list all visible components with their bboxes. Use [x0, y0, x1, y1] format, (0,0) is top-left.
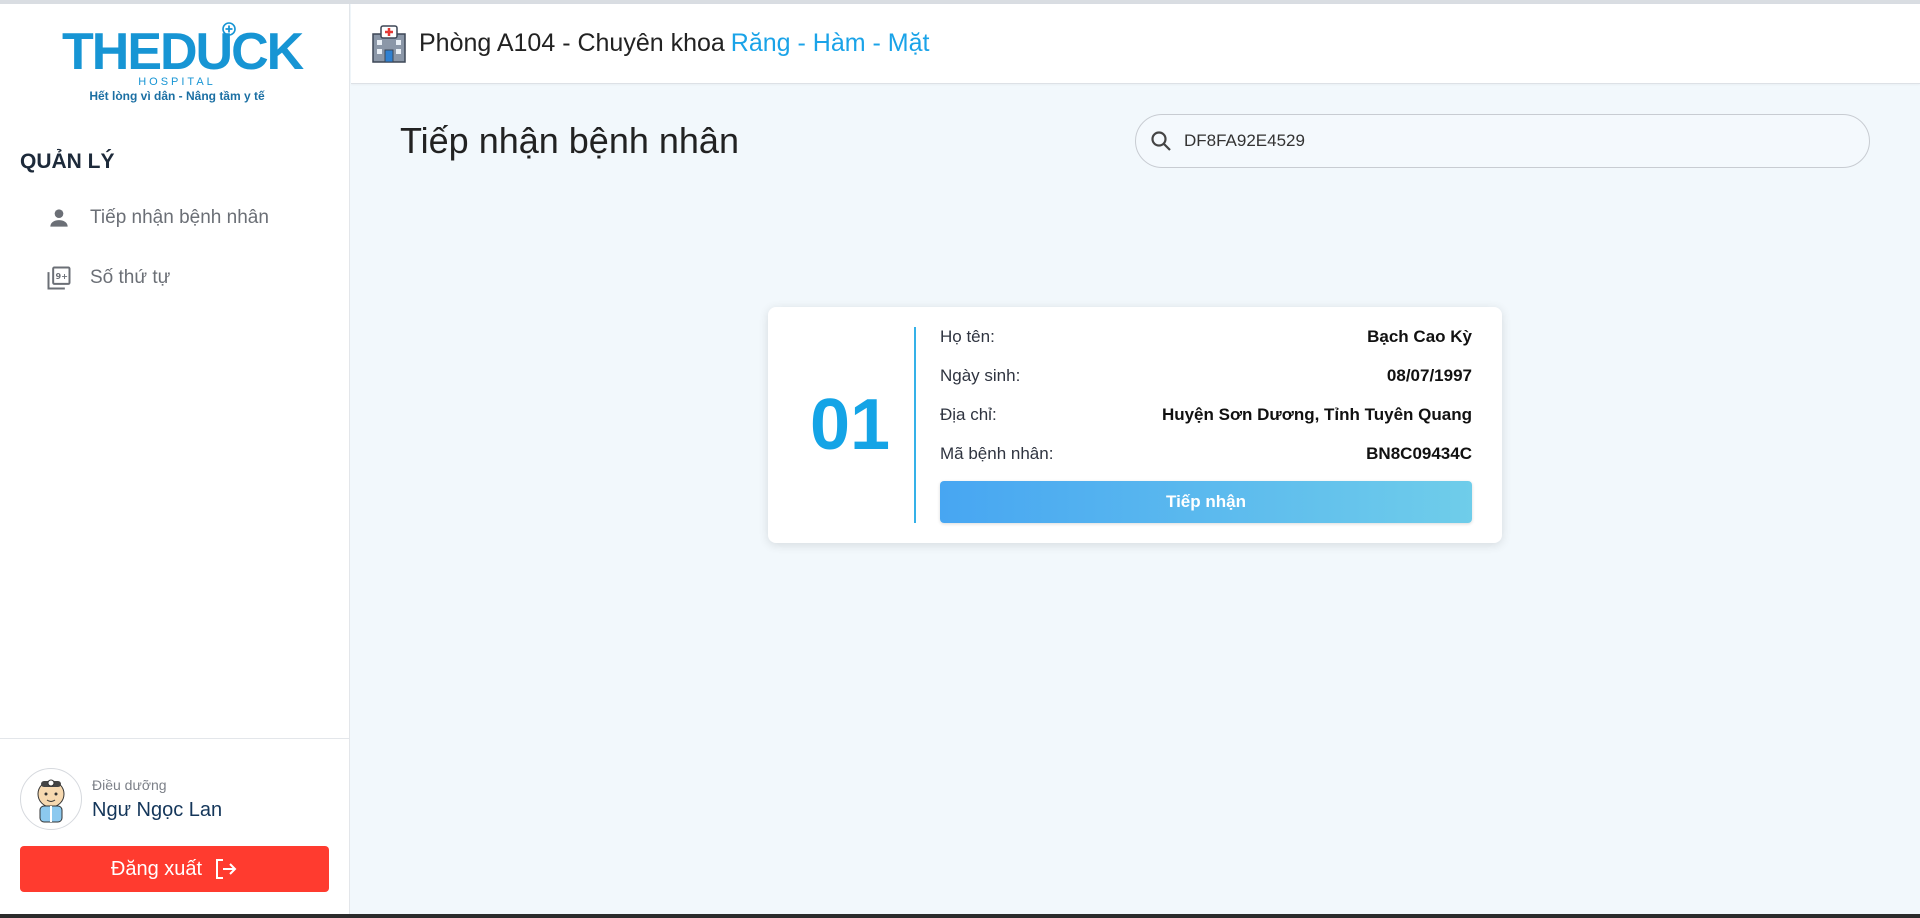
logout-button[interactable]: Đăng xuất — [20, 846, 329, 892]
room-specialty: Răng - Hàm - Mặt — [730, 29, 930, 57]
sidebar-item-label: Tiếp nhận bệnh nhân — [90, 207, 269, 228]
detail-value: Huyện Sơn Dương, Tỉnh Tuyên Quang — [1161, 405, 1472, 424]
accept-patient-button[interactable]: Tiếp nhận — [940, 481, 1472, 523]
detail-value: Bạch Cao Kỳ — [1367, 327, 1472, 346]
detail-value: BN8C09434C — [1366, 444, 1472, 463]
search-input[interactable] — [1184, 131, 1834, 151]
person-icon — [44, 203, 74, 233]
logo-title: THEDUCK — [62, 23, 304, 81]
logo-slogan: Hết lòng vì dân - Nâng tầm y tế — [89, 89, 265, 103]
queue-number-icon: 9+ — [44, 263, 74, 293]
top-header: Phòng A104 - Chuyên khoa Răng - Hàm - Mặ… — [351, 4, 1920, 84]
detail-label: Ngày sinh: — [940, 366, 1021, 385]
avatar — [20, 768, 82, 830]
patient-details: Họ tên: Bạch Cao Kỳ Ngày sinh: 08/07/199… — [940, 327, 1472, 483]
logo-plus-icon — [222, 22, 236, 36]
detail-row-name: Họ tên: Bạch Cao Kỳ — [940, 327, 1472, 366]
patient-card: 01 Họ tên: Bạch Cao Kỳ Ngày sinh: 08/07/… — [768, 307, 1502, 543]
hospital-icon — [372, 24, 406, 63]
detail-row-patient-id: Mã bệnh nhân: BN8C09434C — [940, 444, 1472, 483]
detail-value: 08/07/1997 — [1386, 366, 1472, 385]
user-profile: Điều dưỡng Ngư Ngọc Lan — [20, 768, 222, 830]
sidebar-item-queue-number[interactable]: 9+ Số thứ tự — [44, 258, 324, 298]
hospital-logo: THEDUCK HOSPITAL Hết lòng vì dân - Nâng … — [62, 22, 304, 108]
user-role: Điều dưỡng — [92, 776, 167, 793]
section-title-management: QUẢN LÝ — [20, 150, 115, 173]
search-bar[interactable] — [1135, 114, 1870, 168]
card-divider — [914, 327, 916, 523]
logout-icon — [214, 858, 238, 880]
detail-label: Họ tên: — [940, 327, 995, 346]
search-icon — [1146, 126, 1176, 156]
sidebar: THEDUCK HOSPITAL Hết lòng vì dân - Nâng … — [0, 4, 350, 914]
window-bottom-border — [0, 914, 1920, 918]
sidebar-item-patient-reception[interactable]: Tiếp nhận bệnh nhân — [44, 198, 324, 238]
user-name: Ngư Ngọc Lan — [92, 798, 223, 821]
logout-label: Đăng xuất — [110, 857, 203, 880]
page-title: Tiếp nhận bệnh nhân — [400, 120, 739, 161]
sidebar-item-label: Số thứ tự — [90, 267, 171, 288]
sidebar-divider — [0, 738, 350, 739]
svg-text:9+: 9+ — [56, 271, 69, 281]
detail-label: Địa chỉ: — [940, 405, 997, 424]
detail-label: Mã bệnh nhân: — [940, 444, 1054, 463]
queue-number: 01 — [809, 385, 891, 465]
room-title: Phòng A104 - Chuyên khoa — [419, 29, 725, 57]
detail-row-address: Địa chỉ: Huyện Sơn Dương, Tỉnh Tuyên Qua… — [940, 405, 1472, 444]
detail-row-dob: Ngày sinh: 08/07/1997 — [940, 366, 1472, 405]
